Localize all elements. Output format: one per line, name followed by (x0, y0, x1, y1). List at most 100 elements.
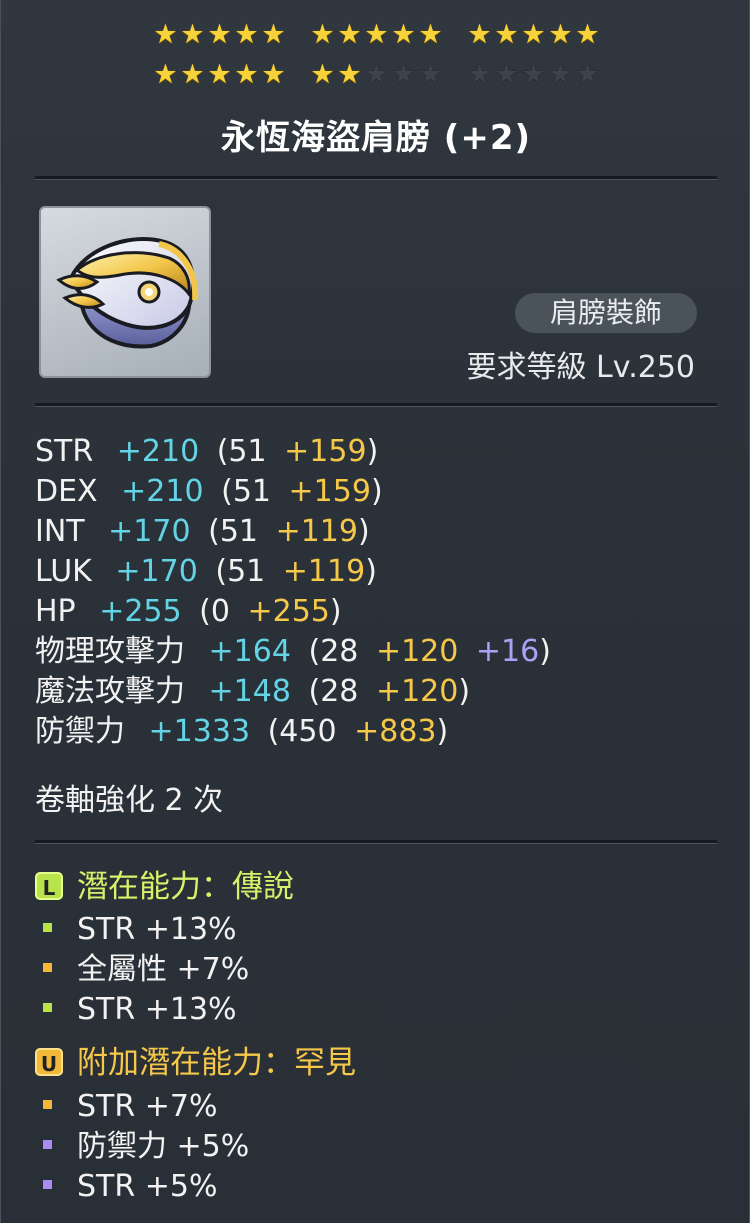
unique-bullet-icon (43, 963, 52, 972)
item-name: 永恆海盜肩膀 (+2) (220, 118, 532, 158)
stat-total: +170 (115, 554, 198, 589)
star-filled-icon: ★ (494, 19, 518, 50)
stat-line-physical-attack: 物理攻擊力 +164 (28 +120 +16) (35, 632, 551, 672)
star-filled-icon: ★ (337, 19, 361, 50)
star-group: ★ ★ ★ ★ ★ (466, 18, 601, 52)
star-filled-icon: ★ (337, 59, 361, 90)
stat-name: STR (35, 434, 94, 469)
star-filled-icon: ★ (310, 59, 334, 90)
potential-line-text: 全屬性 +7% (77, 952, 250, 987)
item-category-badge: 肩膀裝飾 (515, 293, 697, 333)
stat-line-magic-attack: 魔法攻擊力 +148 (28 +120) (35, 672, 551, 712)
potential-line-text: STR +13% (77, 912, 237, 947)
additional-potential-line: STR +5% (35, 1167, 249, 1207)
required-level: 要求等級 Lv.250 (466, 350, 695, 385)
star-filled-icon: ★ (364, 19, 388, 50)
divider (35, 403, 717, 407)
star-group: ★ ★ ★ ★ ★ (309, 58, 444, 92)
legendary-tier-icon: L (35, 871, 63, 900)
star-group: ★ ★ ★ ★ ★ (152, 18, 287, 52)
star-empty-icon: ★ (521, 59, 545, 90)
scroll-upgrade-count: 卷軸強化 2 次 (35, 783, 224, 818)
star-group: ★ ★ ★ ★ ★ (152, 58, 287, 92)
stat-total: +164 (208, 634, 291, 669)
stat-bonus: +255 (247, 594, 330, 629)
star-empty-icon: ★ (548, 59, 572, 90)
epic-bullet-icon (43, 1180, 52, 1189)
stat-total: +255 (99, 594, 182, 629)
stat-name: INT (35, 514, 85, 549)
stat-base: (51 (208, 514, 259, 549)
stat-bonus: +119 (282, 554, 366, 589)
stat-total: +1333 (148, 714, 251, 749)
stat-name: 物理攻擊力 (35, 634, 185, 669)
star-filled-icon: ★ (234, 19, 258, 50)
stat-bonus: +159 (284, 434, 367, 469)
stat-line-luk: LUK +170 (51 +119) (35, 552, 551, 592)
potential-header: L 潛在能力：傳說 (35, 866, 294, 908)
stat-close: ) (370, 474, 383, 509)
stat-bonus: +120 (375, 634, 459, 669)
stat-line-hp: HP +255 (0 +255) (35, 592, 551, 632)
stat-base: (28 (308, 634, 359, 669)
star-filled-icon: ★ (180, 59, 204, 90)
stat-bonus: +883 (354, 714, 437, 749)
star-force-row-2: ★ ★ ★ ★ ★ ★ ★ ★ ★ ★ ★ ★ ★ ★ ★ (1, 58, 750, 92)
stat-base: (28 (308, 674, 359, 709)
item-icon-frame (39, 206, 211, 378)
golden-pirate-shoulder-icon (56, 237, 199, 349)
potential-lines: STR +13% 全屬性 +7% STR +13% (35, 910, 249, 1030)
star-group: ★ ★ ★ ★ ★ (309, 18, 444, 52)
stat-name: 防禦力 (35, 714, 125, 749)
stat-total: +148 (208, 674, 291, 709)
stat-close: ) (458, 674, 471, 709)
stat-line-str: STR +210 (51 +159) (35, 432, 551, 472)
additional-potential-line-text: STR +7% (77, 1089, 218, 1124)
stat-base: (450 (267, 714, 337, 749)
star-filled-icon: ★ (310, 19, 334, 50)
star-filled-icon: ★ (207, 19, 231, 50)
star-filled-icon: ★ (467, 19, 491, 50)
potential-line: STR +13% (35, 910, 249, 950)
stat-total: +170 (108, 514, 191, 549)
star-empty-icon: ★ (391, 59, 415, 90)
star-force-row-1: ★ ★ ★ ★ ★ ★ ★ ★ ★ ★ ★ ★ ★ ★ ★ (1, 18, 750, 52)
stat-enhance: +16 (475, 634, 540, 669)
stat-line-dex: DEX +210 (51 +159) (35, 472, 551, 512)
stat-close: ) (365, 554, 377, 589)
star-empty-icon: ★ (494, 59, 518, 90)
legendary-bullet-icon (43, 1003, 52, 1012)
star-filled-icon: ★ (153, 19, 177, 50)
unique-bullet-icon (43, 1100, 52, 1109)
item-tooltip-panel: ★ ★ ★ ★ ★ ★ ★ ★ ★ ★ ★ ★ ★ ★ ★ ★ ★ ★ ★ ★ ★ ★ ★ ★ ★ ★ ★ ★ ★ ★ 永恆海盜肩膀 (… (0, 0, 750, 1223)
potential-title: 潛在能力：傳說 (77, 869, 294, 905)
additional-potential-line: STR +7% (35, 1087, 249, 1127)
potential-line: 全屬性 +7% (35, 950, 249, 990)
divider (35, 176, 717, 180)
stat-bonus: +120 (375, 674, 459, 709)
star-filled-icon: ★ (575, 19, 599, 50)
star-filled-icon: ★ (180, 19, 204, 50)
stat-bonus: +119 (275, 514, 358, 549)
star-filled-icon: ★ (521, 19, 545, 50)
additional-potential-line-text: STR +5% (77, 1169, 218, 1204)
stat-name: 魔法攻擊力 (35, 674, 185, 709)
star-filled-icon: ★ (261, 59, 285, 90)
stat-base: (51 (221, 474, 271, 509)
stat-name: LUK (35, 554, 92, 589)
stat-total: +210 (116, 434, 200, 469)
stat-bonus: +159 (288, 474, 371, 509)
divider (35, 840, 717, 844)
stat-name: HP (35, 594, 76, 629)
legendary-bullet-icon (43, 923, 52, 932)
stat-base: (0 (199, 594, 230, 629)
stat-close: ) (366, 434, 379, 469)
stat-base: (51 (216, 434, 267, 469)
star-empty-icon: ★ (418, 59, 442, 90)
stat-name: DEX (35, 474, 98, 509)
stat-base: (51 (215, 554, 266, 589)
star-empty-icon: ★ (575, 59, 599, 90)
stat-line-int: INT +170 (51 +119) (35, 512, 551, 552)
additional-potential-header: U 附加潛在能力：罕見 (35, 1042, 356, 1084)
stat-line-defense: 防禦力 +1333 (450 +883) (35, 712, 551, 752)
